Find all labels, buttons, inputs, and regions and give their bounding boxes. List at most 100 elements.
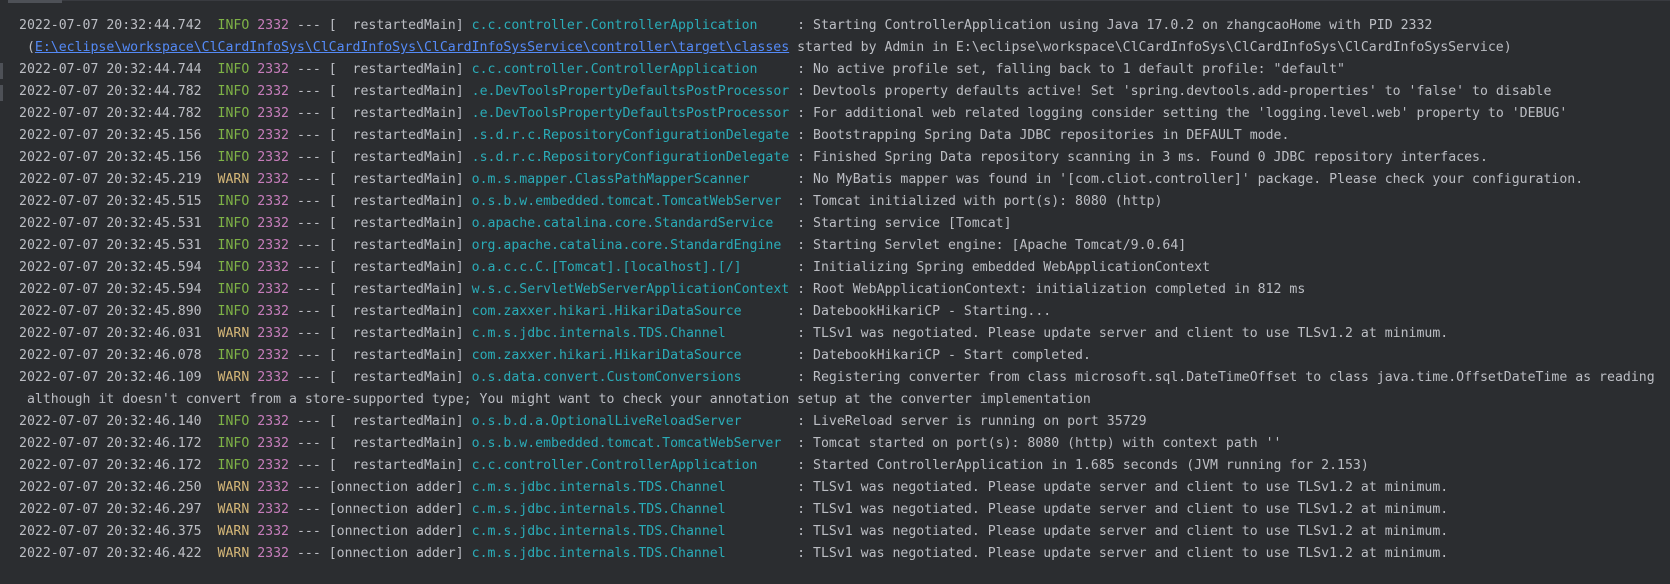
log-message: TLSv1 was negotiated. Please update serv…	[813, 326, 1449, 341]
log-message: Tomcat initialized with port(s): 8080 (h…	[813, 194, 1163, 209]
log-timestamp: 2022-07-07 20:32:46.078	[19, 348, 202, 363]
log-timestamp: 2022-07-07 20:32:46.172	[19, 458, 202, 473]
log-thread: restartedMain	[336, 370, 456, 385]
log-level-badge: INFO	[217, 18, 250, 33]
log-thread: restartedMain	[336, 326, 456, 341]
log-pid: 2332	[257, 326, 289, 341]
log-line: 2022-07-07 20:32:46.109 WARN 2332 --- [ …	[19, 370, 1655, 385]
log-line: 2022-07-07 20:32:45.515 INFO 2332 --- [ …	[19, 194, 1163, 209]
log-logger-name: c.m.s.jdbc.internals.TDS.Channel	[471, 546, 790, 561]
log-level-badge: INFO	[217, 150, 250, 165]
log-logger-name: c.c.controller.ControllerApplication	[471, 458, 790, 473]
log-thread: restartedMain	[336, 128, 456, 143]
console-log-output[interactable]: 2022-07-07 20:32:44.742 INFO 2332 --- [ …	[19, 15, 1655, 565]
log-timestamp: 2022-07-07 20:32:46.172	[19, 436, 202, 451]
log-pid: 2332	[257, 128, 289, 143]
log-pid: 2332	[257, 502, 289, 517]
log-line: 2022-07-07 20:32:44.782 INFO 2332 --- [ …	[19, 106, 1568, 121]
log-level-badge: WARN	[217, 370, 250, 385]
log-thread: restartedMain	[336, 172, 456, 187]
log-thread: restartedMain	[336, 414, 456, 429]
gutter-marker	[0, 85, 3, 101]
log-timestamp: 2022-07-07 20:32:45.594	[19, 260, 202, 275]
log-timestamp: 2022-07-07 20:32:46.250	[19, 480, 202, 495]
log-thread: restartedMain	[336, 150, 456, 165]
log-line: (E:\eclipse\workspace\ClCardInfoSys\ClCa…	[19, 37, 1655, 59]
log-timestamp: 2022-07-07 20:32:45.219	[19, 172, 202, 187]
log-message: TLSv1 was negotiated. Please update serv…	[813, 502, 1449, 517]
log-logger-name: c.m.s.jdbc.internals.TDS.Channel	[471, 480, 790, 495]
log-level-badge: INFO	[217, 458, 250, 473]
log-pid: 2332	[257, 150, 289, 165]
log-level-badge: WARN	[217, 546, 250, 561]
log-line: 2022-07-07 20:32:44.782 INFO 2332 --- [ …	[19, 84, 1552, 99]
log-pid: 2332	[257, 414, 289, 429]
log-pid: 2332	[257, 458, 289, 473]
log-pid: 2332	[257, 106, 289, 121]
log-logger-name: org.apache.catalina.core.StandardEngine	[471, 238, 790, 253]
log-message: Registering converter from class microso…	[813, 370, 1655, 385]
log-level-badge: INFO	[217, 238, 250, 253]
log-timestamp: 2022-07-07 20:32:44.744	[19, 62, 202, 77]
log-line: 2022-07-07 20:32:45.890 INFO 2332 --- [ …	[19, 304, 1052, 319]
log-timestamp: 2022-07-07 20:32:44.742	[19, 18, 202, 33]
log-timestamp: 2022-07-07 20:32:46.109	[19, 370, 202, 385]
console-gutter	[0, 0, 8, 584]
log-pid: 2332	[257, 370, 289, 385]
log-message: For additional web related logging consi…	[813, 106, 1568, 121]
log-line: although it doesn't convert from a store…	[19, 389, 1655, 411]
log-logger-name: .e.DevToolsPropertyDefaultsPostProcessor	[471, 84, 790, 99]
log-thread: restartedMain	[336, 84, 456, 99]
log-line: 2022-07-07 20:32:46.078 INFO 2332 --- [ …	[19, 348, 1091, 363]
log-thread: restartedMain	[336, 18, 456, 33]
log-level-badge: INFO	[217, 128, 250, 143]
panel-tab-indicator	[0, 0, 62, 3]
log-logger-name: o.s.b.w.embedded.tomcat.TomcatWebServer	[471, 194, 790, 209]
log-level-badge: WARN	[217, 172, 250, 187]
log-line: 2022-07-07 20:32:46.172 INFO 2332 --- [ …	[19, 458, 1369, 473]
log-timestamp: 2022-07-07 20:32:45.515	[19, 194, 202, 209]
classpath-link[interactable]: E:\eclipse\workspace\ClCardInfoSys\ClCar…	[35, 40, 789, 55]
log-pid: 2332	[257, 480, 289, 495]
log-pid: 2332	[257, 282, 289, 297]
log-level-badge: INFO	[217, 282, 250, 297]
log-line: 2022-07-07 20:32:45.594 INFO 2332 --- [ …	[19, 282, 1306, 297]
log-timestamp: 2022-07-07 20:32:45.594	[19, 282, 202, 297]
log-thread: onnection adder	[336, 480, 456, 495]
log-thread: onnection adder	[336, 502, 456, 517]
log-timestamp: 2022-07-07 20:32:45.890	[19, 304, 202, 319]
log-logger-name: .s.d.r.c.RepositoryConfigurationDelegate	[471, 150, 790, 165]
log-level-badge: INFO	[217, 106, 250, 121]
log-thread: restartedMain	[336, 282, 456, 297]
log-message: Finished Spring Data repository scanning…	[813, 150, 1488, 165]
log-message: Tomcat started on port(s): 8080 (http) w…	[813, 436, 1282, 451]
log-message: No active profile set, falling back to 1…	[813, 62, 1345, 77]
log-line: 2022-07-07 20:32:45.594 INFO 2332 --- [ …	[19, 260, 1211, 275]
log-line: 2022-07-07 20:32:44.742 INFO 2332 --- [ …	[19, 18, 1433, 33]
log-timestamp: 2022-07-07 20:32:46.140	[19, 414, 202, 429]
log-message: Starting ControllerApplication using Jav…	[813, 18, 1433, 33]
log-timestamp: 2022-07-07 20:32:46.375	[19, 524, 202, 539]
log-level-badge: INFO	[217, 304, 250, 319]
log-message: Starting service [Tomcat]	[813, 216, 1012, 231]
log-line: 2022-07-07 20:32:46.140 INFO 2332 --- [ …	[19, 414, 1147, 429]
log-line: 2022-07-07 20:32:46.422 WARN 2332 --- [o…	[19, 546, 1449, 561]
log-level-badge: WARN	[217, 326, 250, 341]
run-console-panel: 2022-07-07 20:32:44.742 INFO 2332 --- [ …	[0, 0, 1670, 584]
log-logger-name: com.zaxxer.hikari.HikariDataSource	[471, 348, 790, 363]
log-line: 2022-07-07 20:32:45.531 INFO 2332 --- [ …	[19, 238, 1187, 253]
log-level-badge: INFO	[217, 216, 250, 231]
log-thread: restartedMain	[336, 106, 456, 121]
log-message: TLSv1 was negotiated. Please update serv…	[813, 524, 1449, 539]
log-thread: restartedMain	[336, 348, 456, 363]
log-message: Devtools property defaults active! Set '…	[813, 84, 1552, 99]
log-logger-name: c.m.s.jdbc.internals.TDS.Channel	[471, 326, 790, 341]
log-logger-name: o.a.c.c.C.[Tomcat].[localhost].[/]	[471, 260, 790, 275]
log-pid: 2332	[257, 172, 289, 187]
panel-top-border	[0, 0, 1670, 1]
log-logger-name: c.m.s.jdbc.internals.TDS.Channel	[471, 524, 790, 539]
log-thread: restartedMain	[336, 194, 456, 209]
log-timestamp: 2022-07-07 20:32:45.531	[19, 238, 202, 253]
log-line: 2022-07-07 20:32:46.297 WARN 2332 --- [o…	[19, 502, 1449, 517]
log-line: 2022-07-07 20:32:45.156 INFO 2332 --- [ …	[19, 128, 1290, 143]
